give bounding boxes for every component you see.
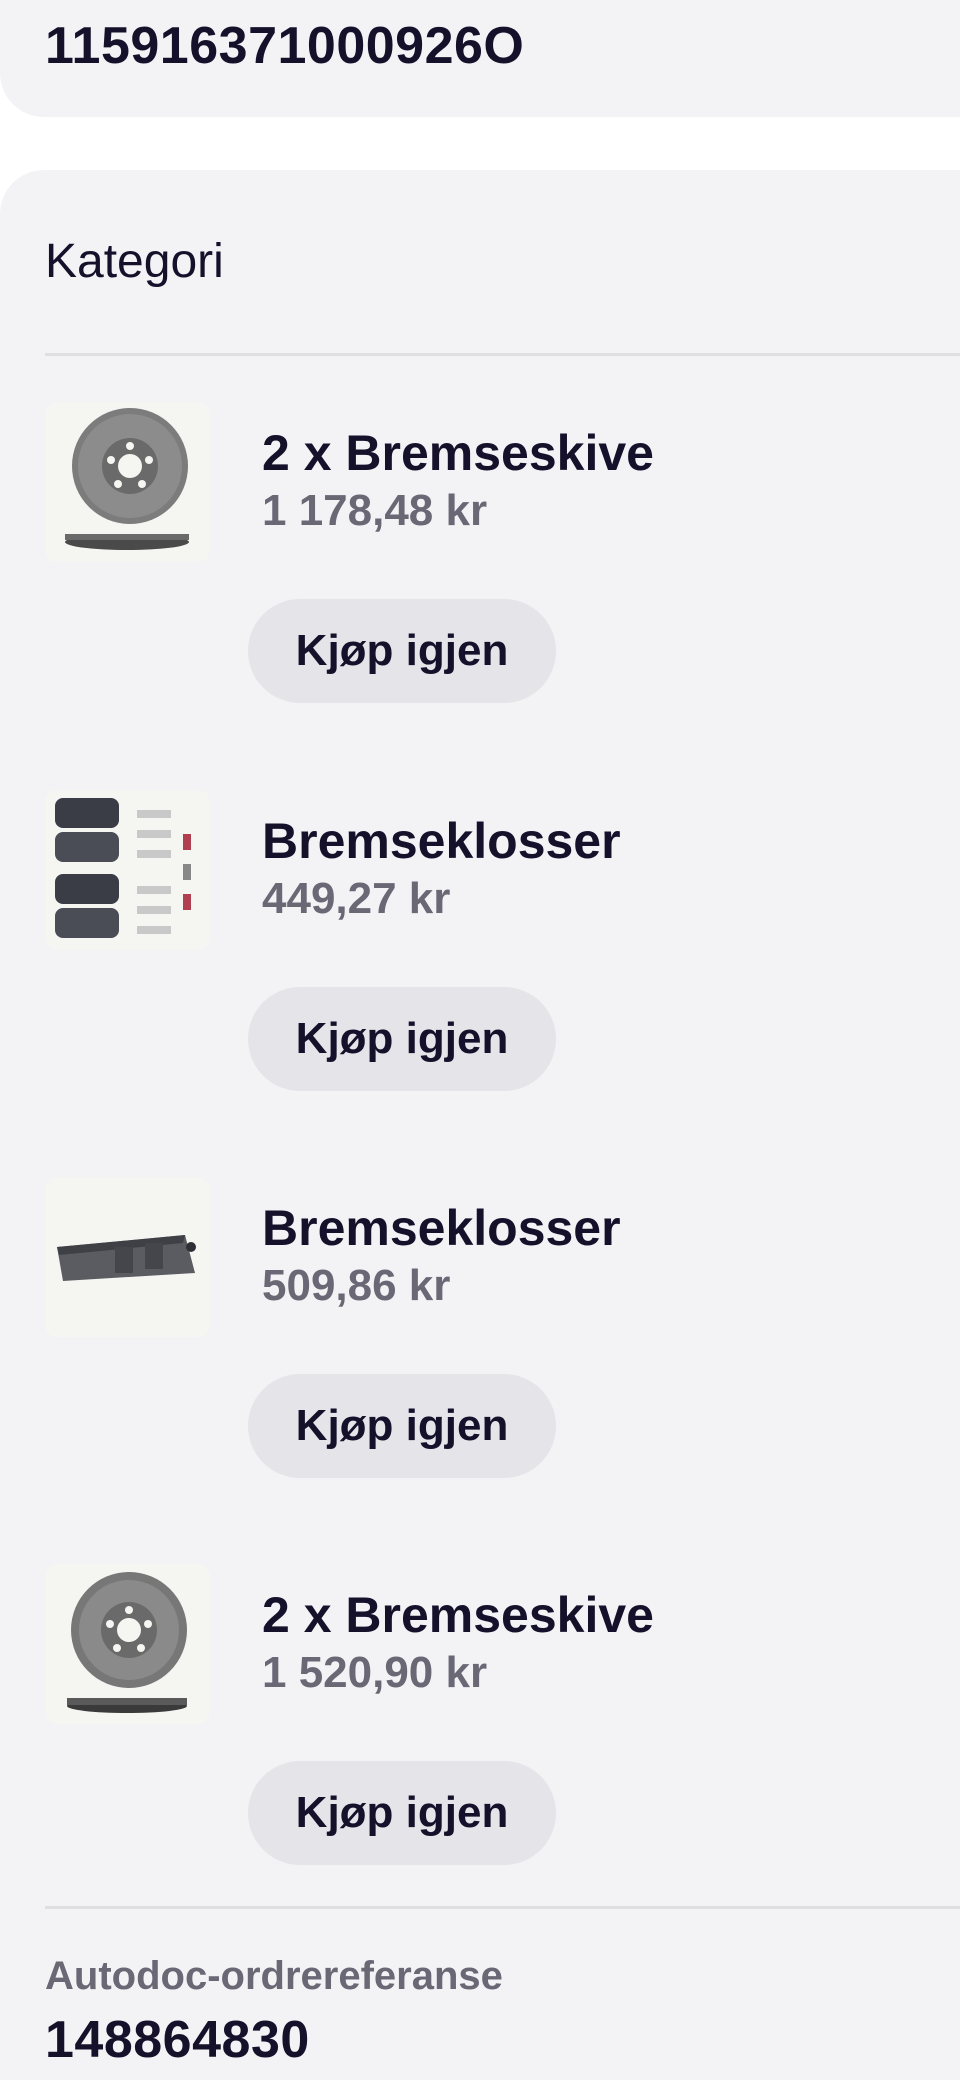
list-item: Bremseklosser 509,86 kr Kjøp igjen [0,1177,960,1507]
item-price: 509,86 kr [262,1261,451,1310]
item-title: Bremseklosser [262,1200,621,1256]
list-item: 2 x Bremseskive 1 520,90 kr Kjøp igjen [0,1564,960,1894]
buy-again-button[interactable]: Kjøp igjen [248,1374,556,1478]
order-items-card: Kategori 2 x Bremseskive 1 178,48 kr Kjø… [0,170,960,2080]
divider [45,353,960,356]
brake-disc-image [45,1564,210,1724]
item-price: 1 178,48 kr [262,486,488,535]
item-price: 1 520,90 kr [262,1648,488,1697]
buy-again-button[interactable]: Kjøp igjen [248,1761,556,1865]
brake-pads-set-image [45,790,210,950]
item-title: 2 x Bremseskive [262,425,654,481]
buy-again-button[interactable]: Kjøp igjen [248,987,556,1091]
order-reference-label: Autodoc-ordrereferanse [45,1954,503,1998]
brake-pads-image [45,1177,210,1337]
brake-disc-image [45,402,210,562]
list-item: Bremseklosser 449,27 kr Kjøp igjen [0,790,960,1120]
order-number-value: 115916371000926O [45,17,525,75]
category-heading: Kategori [45,235,224,288]
buy-again-button[interactable]: Kjøp igjen [248,599,556,703]
list-item: 2 x Bremseskive 1 178,48 kr Kjøp igjen [0,402,960,732]
order-reference-value: 148864830 [45,2011,310,2069]
divider [45,1906,960,1909]
item-price: 449,27 kr [262,874,451,923]
order-number-card: 115916371000926O [0,0,960,117]
item-title: 2 x Bremseskive [262,1587,654,1643]
item-title: Bremseklosser [262,813,621,869]
